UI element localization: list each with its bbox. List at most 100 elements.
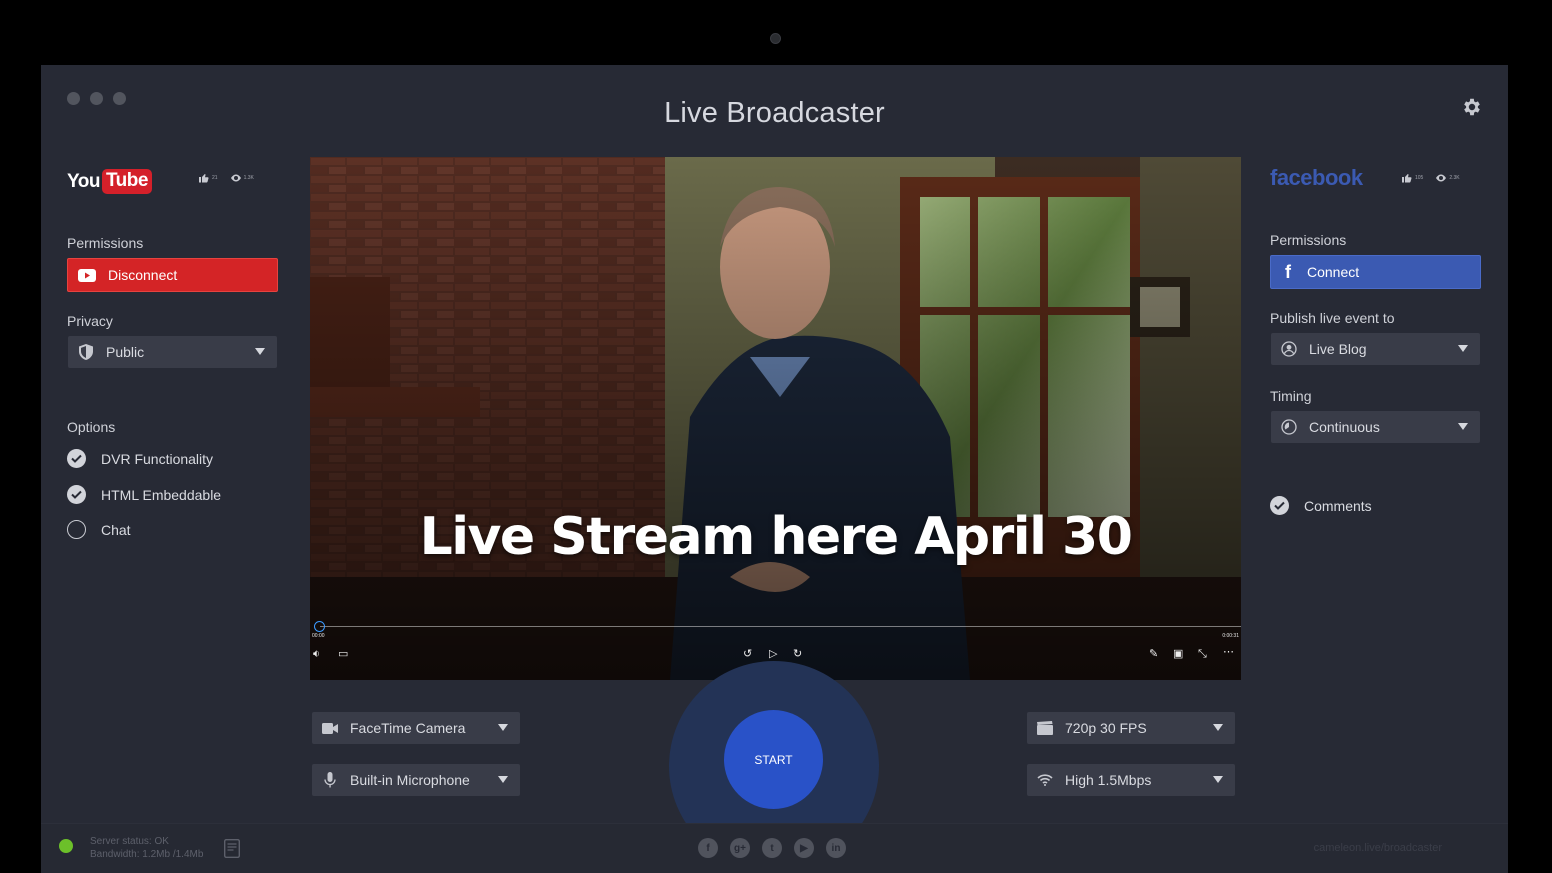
chevron-down-icon (498, 776, 508, 783)
fullscreen-exit-icon[interactable]: ⤡ (1198, 649, 1207, 660)
option-chat[interactable]: Chat (67, 520, 131, 539)
facebook-views: 2.3K (1435, 173, 1460, 183)
bitrate-value: High 1.5Mbps (1065, 772, 1152, 788)
timeline-scrubber[interactable] (314, 621, 325, 632)
option-comments[interactable]: Comments (1270, 496, 1372, 515)
timing-select[interactable]: Continuous (1271, 411, 1480, 443)
captions-icon[interactable]: ▭ (338, 649, 348, 660)
video-timeline[interactable] (320, 626, 1241, 627)
video-overlay-text: Live Stream here April 30 (419, 507, 1133, 567)
play-icon[interactable]: ▷ (769, 649, 777, 660)
video-frame-image (310, 157, 1241, 680)
youtube-play-icon (78, 268, 96, 282)
facebook-stats: 105 2.3K (1401, 173, 1460, 183)
forward-30-icon[interactable]: ↻ (793, 649, 802, 660)
video-camera-icon (322, 720, 338, 736)
user-circle-icon (1281, 341, 1297, 357)
microphone-icon (322, 772, 338, 788)
chevron-down-icon (255, 348, 265, 355)
privacy-label: Privacy (67, 313, 113, 329)
clapperboard-icon (1037, 720, 1053, 736)
pencil-icon[interactable]: ✎ (1149, 649, 1158, 660)
bitrate-select[interactable]: High 1.5Mbps (1027, 764, 1235, 796)
option-label: DVR Functionality (101, 450, 214, 467)
time-end: 0:00:31 (1222, 633, 1239, 639)
option-dvr-functionality[interactable]: DVR Functionality (67, 449, 213, 468)
youtube-icon[interactable]: ▶ (794, 838, 814, 858)
checkmark-icon (67, 485, 86, 504)
social-links: f g+ t ▶ in (698, 838, 846, 858)
youtube-disconnect-button[interactable]: Disconnect (67, 258, 278, 292)
microphone-value: Built-in Microphone (350, 772, 470, 788)
youtube-logo: You Tube (67, 169, 152, 194)
youtube-views-count: 1.3K (243, 175, 254, 181)
facebook-likes: 105 (1401, 173, 1423, 183)
chevron-down-icon (1458, 345, 1468, 352)
log-file-icon[interactable] (224, 839, 240, 858)
facebook-views-count: 2.3K (1449, 175, 1460, 181)
option-label: HTML Embeddable (101, 486, 222, 503)
footer-url[interactable]: cameleon.live/broadcaster (1314, 842, 1442, 854)
twitter-icon[interactable]: t (762, 838, 782, 858)
timing-label: Timing (1270, 388, 1312, 404)
clock-icon (1281, 419, 1297, 435)
option-html-embeddable[interactable]: HTML Embeddable (67, 485, 221, 504)
chevron-down-icon (1213, 776, 1223, 783)
bandwidth: Bandwidth: 1.2Mb /1.4Mb (90, 849, 204, 860)
facebook-icon[interactable]: f (698, 838, 718, 858)
checkmark-icon (67, 449, 86, 468)
time-start: 00:00 (312, 633, 325, 639)
server-status-indicator (59, 839, 73, 853)
facebook-logo: facebook (1270, 165, 1363, 190)
privacy-value: Public (106, 344, 145, 360)
options-label: Options (67, 419, 116, 435)
camera-select[interactable]: FaceTime Camera (312, 712, 520, 744)
youtube-stats: 21 1.3K (198, 173, 254, 183)
youtube-views: 1.3K (230, 173, 254, 183)
gear-icon[interactable] (1461, 96, 1483, 118)
publish-value: Live Blog (1309, 341, 1367, 357)
eye-icon (1436, 174, 1447, 182)
youtube-permissions-label: Permissions (67, 235, 144, 251)
connect-label: Connect (1307, 264, 1360, 280)
youtube-likes-count: 21 (212, 175, 218, 181)
option-label: Chat (101, 521, 131, 538)
youtube-likes: 21 (198, 173, 218, 183)
status-bar: Server status: OK Bandwidth: 1.2Mb /1.4M… (41, 823, 1508, 873)
start-button[interactable]: START (724, 710, 823, 809)
publish-select[interactable]: Live Blog (1271, 333, 1480, 365)
shield-icon (78, 344, 94, 360)
more-icon[interactable]: ⋯ (1223, 647, 1234, 658)
chevron-down-icon (498, 724, 508, 731)
chevron-down-icon (1458, 423, 1468, 430)
wifi-icon (1037, 772, 1053, 788)
app-title: Live Broadcaster (664, 97, 885, 129)
thumbs-up-icon (1402, 174, 1412, 183)
facebook-likes-count: 105 (1415, 175, 1424, 181)
resolution-value: 720p 30 FPS (1065, 720, 1147, 736)
youtube-logo-tube: Tube (101, 169, 152, 194)
timing-value: Continuous (1309, 419, 1380, 435)
privacy-select[interactable]: Public (68, 336, 277, 368)
app-window: Live Broadcaster You Tube 21 1.3K Permis… (41, 65, 1508, 873)
microphone-select[interactable]: Built-in Microphone (312, 764, 520, 796)
video-preview[interactable]: Live Stream here April 30 00:00 0:00:31 … (310, 157, 1241, 680)
publish-label: Publish live event to (1270, 310, 1395, 326)
linkedin-icon[interactable]: in (826, 838, 846, 858)
cast-icon[interactable]: ▣ (1173, 649, 1183, 660)
empty-circle-icon (67, 520, 86, 539)
facebook-permissions-label: Permissions (1270, 232, 1347, 248)
camera-value: FaceTime Camera (350, 720, 466, 736)
volume-icon[interactable]: 🔉︎ (313, 649, 320, 660)
thumbs-up-icon (199, 174, 209, 183)
resolution-select[interactable]: 720p 30 FPS (1027, 712, 1235, 744)
rewind-10-icon[interactable]: ↺ (743, 649, 752, 660)
disconnect-label: Disconnect (108, 267, 178, 283)
facebook-connect-button[interactable]: f Connect (1270, 255, 1481, 289)
server-status: Server status: OK (90, 836, 169, 847)
chevron-down-icon (1213, 724, 1223, 731)
server-status-text: Server status: OK Bandwidth: 1.2Mb /1.4M… (90, 835, 203, 861)
google-plus-icon[interactable]: g+ (730, 838, 750, 858)
eye-icon (230, 174, 241, 182)
youtube-logo-you: You (67, 170, 100, 192)
